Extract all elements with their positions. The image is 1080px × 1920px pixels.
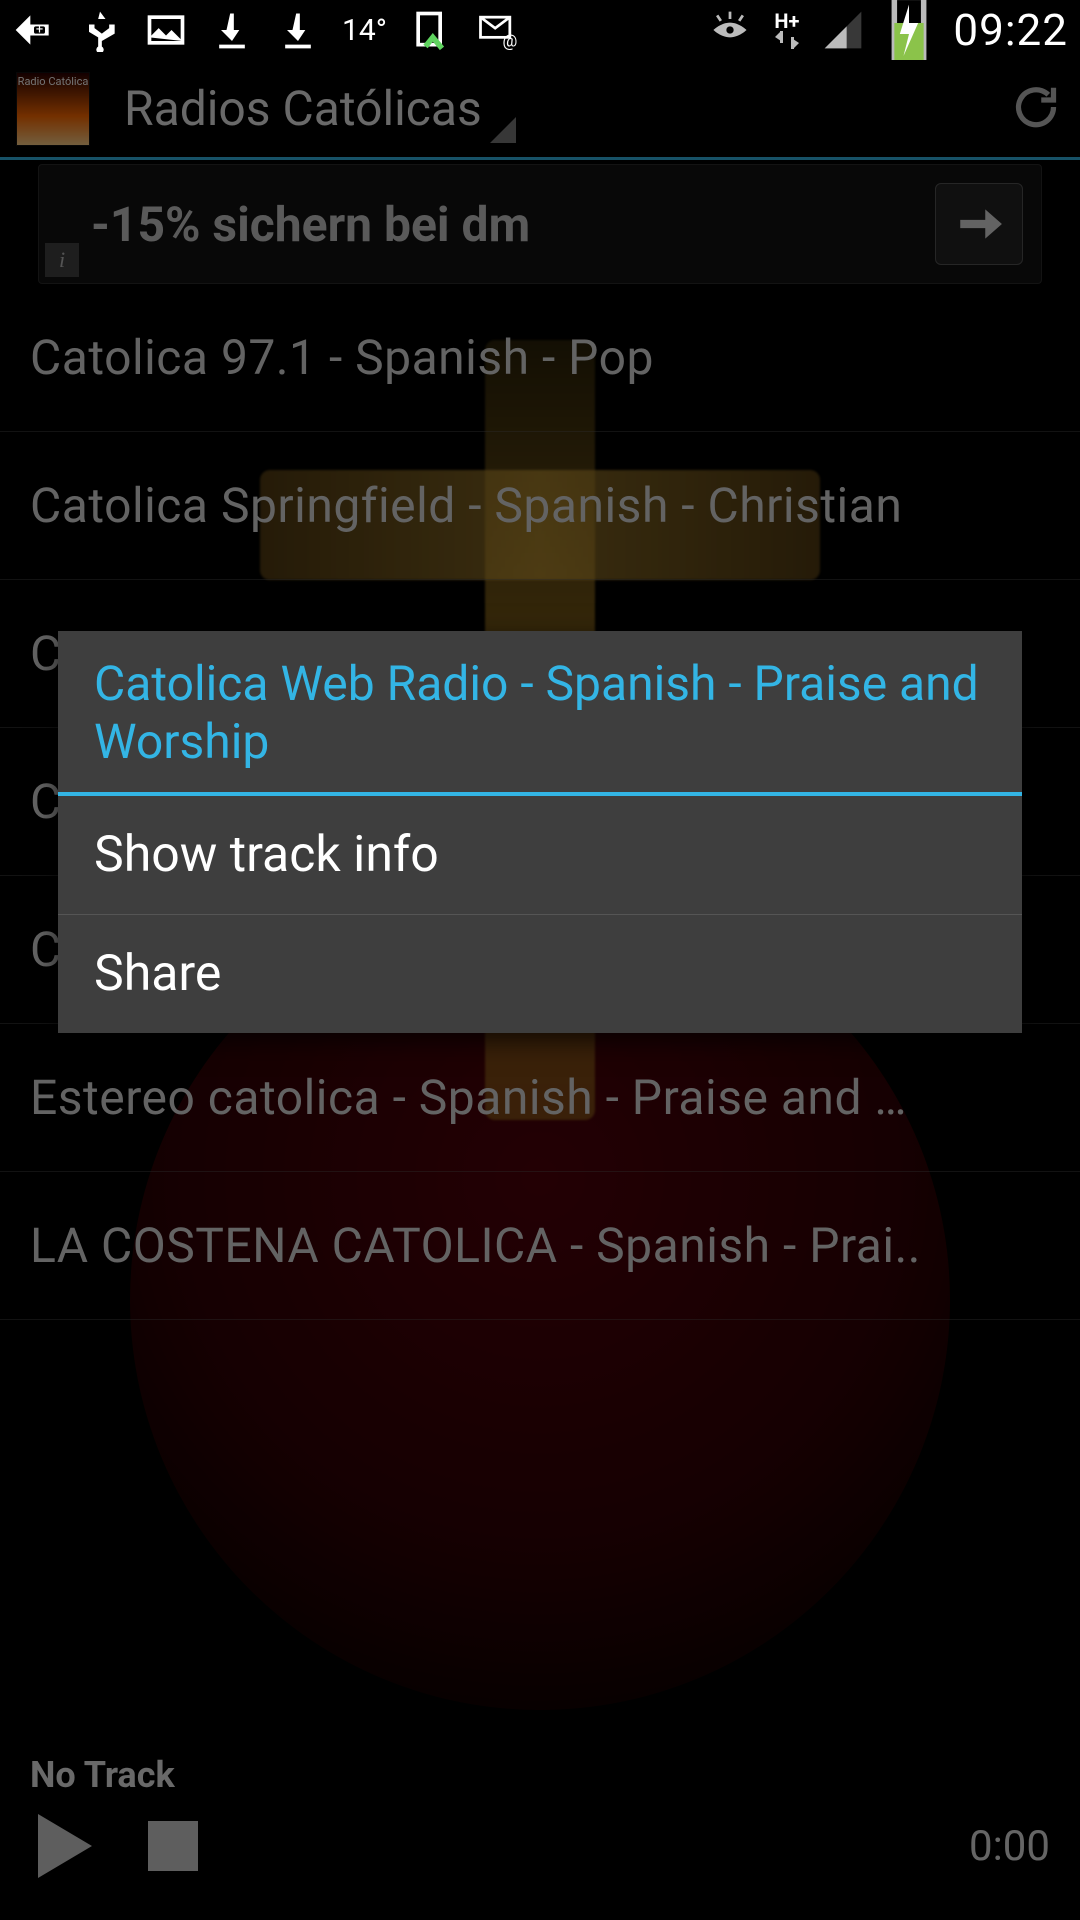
temperature-indicator: 14°: [342, 13, 387, 48]
status-bar: + 14° @ H+ 09:22: [0, 0, 1080, 60]
svg-text:+: +: [36, 23, 43, 38]
download-icon: [276, 8, 320, 52]
back-plus-icon: +: [12, 8, 56, 52]
dialog-title: Catolica Web Radio - Spanish - Praise an…: [58, 631, 1022, 796]
network-type-label: H+: [774, 11, 799, 31]
eye-icon: [708, 8, 752, 52]
svg-text:@: @: [502, 33, 517, 52]
dialog-option-share[interactable]: Share: [58, 915, 1022, 1033]
usb-icon: [78, 8, 122, 52]
mail-at-icon: @: [475, 8, 519, 52]
mobile-data-icon: H+: [774, 11, 799, 49]
picture-icon: [144, 8, 188, 52]
download-icon: [210, 8, 254, 52]
clock: 09:22: [953, 4, 1068, 56]
app-root: Radio Católica Radios Católicas i -15% s…: [0, 60, 1080, 1920]
dialog-option-track-info[interactable]: Show track info: [58, 796, 1022, 915]
context-dialog: Catolica Web Radio - Spanish - Praise an…: [58, 631, 1022, 1033]
signal-icon: [821, 8, 865, 52]
update-available-icon: [409, 8, 453, 52]
battery-charging-icon: [887, 8, 931, 52]
